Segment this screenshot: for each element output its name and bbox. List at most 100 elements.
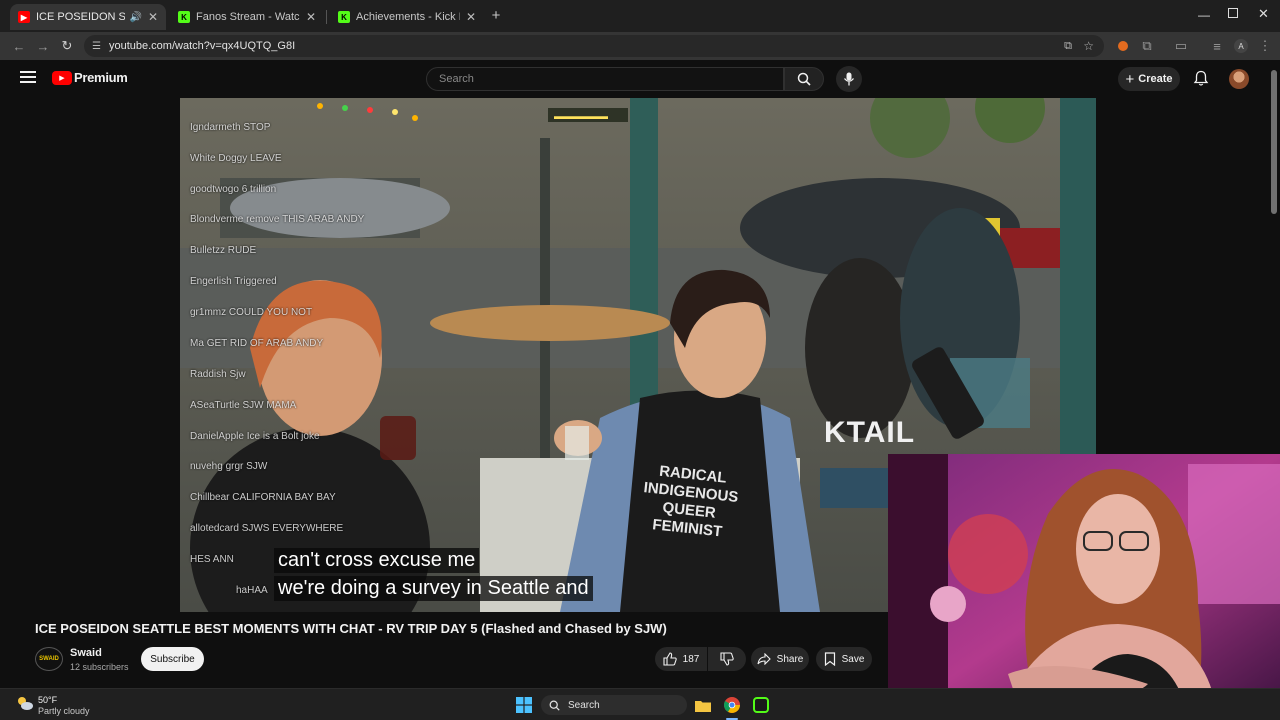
close-icon[interactable]: ✕: [306, 10, 316, 24]
save-label: Save: [841, 653, 865, 665]
browser-tab-strip: ▶ ICE POSEIDON SEATTLE BE 🔊 ✕ K Fanos St…: [0, 0, 1280, 32]
back-icon[interactable]: ←: [10, 37, 28, 55]
like-button[interactable]: 187: [655, 647, 707, 671]
chat-message: Raddish Sjw: [190, 369, 246, 380]
thumbs-up-icon: [663, 652, 677, 666]
chat-message: allotedcard SJWS EVERYWHERE: [190, 523, 344, 534]
chat-message: nuvehg grgr SJW: [190, 461, 268, 472]
install-app-icon[interactable]: ⧉: [1064, 40, 1072, 53]
notifications-bell-icon[interactable]: [1193, 70, 1209, 92]
tab-youtube[interactable]: ▶ ICE POSEIDON SEATTLE BE 🔊 ✕: [10, 4, 166, 30]
svg-text:▬▬▬▬▬▬: ▬▬▬▬▬▬: [554, 111, 608, 121]
minimize-icon[interactable]: —: [1198, 8, 1210, 22]
url-text: youtube.com/watch?v=qx4UQTQ_G8I: [108, 40, 296, 52]
search-icon: [797, 72, 811, 86]
file-explorer-icon[interactable]: [694, 696, 712, 714]
media-controls-icon[interactable]: ≡: [1208, 37, 1226, 55]
shirt-text: RADICAL INDIGENOUS QUEER FEMINIST: [637, 461, 744, 543]
channel-avatar[interactable]: SWAID: [35, 647, 63, 671]
microphone-icon: [843, 72, 855, 86]
share-arrow-icon: [757, 653, 771, 665]
like-count: 187: [682, 653, 700, 665]
close-icon[interactable]: ✕: [148, 10, 158, 24]
cafe-sign-text: KTAIL: [824, 416, 916, 449]
webcam-overlay: [888, 454, 1280, 720]
youtube-favicon-icon: ▶: [18, 11, 30, 23]
bookmark-star-icon[interactable]: ☆: [1083, 39, 1094, 53]
create-label: Create: [1138, 73, 1173, 85]
youtube-premium-logo[interactable]: ▶ Premium: [52, 70, 128, 85]
page-scrollbar[interactable]: [1271, 70, 1277, 214]
profile-icon[interactable]: A: [1232, 37, 1250, 55]
tab-title: Achievements - Kick Dashboard: [356, 11, 460, 23]
voice-search-button[interactable]: [836, 66, 862, 92]
windows-taskbar: 50°F Partly cloudy Search: [0, 688, 1280, 720]
extensions-puzzle-icon[interactable]: ⧉: [1138, 37, 1156, 55]
webcam-image: [888, 454, 1280, 720]
app-icon[interactable]: [752, 696, 770, 714]
caption-line: can't cross excuse me: [274, 548, 480, 573]
weather-partly-cloudy-icon[interactable]: [16, 695, 34, 711]
user-avatar[interactable]: [1229, 69, 1249, 89]
chat-message: Ma GET RID OF ARAB ANDY: [190, 338, 324, 349]
close-icon[interactable]: ✕: [466, 10, 476, 24]
hamburger-menu-icon[interactable]: [20, 71, 36, 85]
share-label: Share: [776, 653, 804, 665]
youtube-header: ▶ Premium Search + Create: [0, 60, 1280, 98]
reload-icon[interactable]: ↻: [58, 37, 76, 55]
site-info-icon[interactable]: ☰: [92, 41, 101, 52]
address-bar[interactable]: ☰ youtube.com/watch?v=qx4UQTQ_G8I ⧉ ☆: [84, 35, 1104, 57]
browser-toolbar: ← → ↻ ☰ youtube.com/watch?v=qx4UQTQ_G8I …: [0, 32, 1280, 60]
weather-description[interactable]: Partly cloudy: [38, 706, 90, 716]
chat-message: White Doggy LEAVE: [190, 153, 282, 164]
tab-title: Fanos Stream - Watch Live on K: [196, 11, 300, 23]
dislike-button[interactable]: [708, 647, 746, 671]
taskbar-search-label: Search: [568, 699, 600, 711]
share-button[interactable]: Share: [751, 647, 809, 671]
thumbs-down-icon: [720, 652, 734, 666]
taskbar-search-box[interactable]: Search: [541, 695, 687, 715]
search-button[interactable]: [784, 67, 824, 91]
chat-message: DanielApple Ice is a Bolt joke: [190, 431, 320, 442]
create-button[interactable]: + Create: [1118, 67, 1180, 91]
extension-icon[interactable]: [1114, 37, 1132, 55]
maximize-icon[interactable]: [1228, 8, 1238, 18]
menu-kebab-icon[interactable]: ⋮: [1256, 37, 1274, 55]
windows-start-icon[interactable]: [515, 696, 533, 714]
chrome-icon[interactable]: [723, 696, 741, 714]
search-icon: [549, 700, 560, 711]
chat-message: haHAA: [236, 585, 268, 596]
subscriber-count: 12 subscribers: [70, 662, 129, 672]
chat-message: ASeaTurtle SJW MAMA: [190, 400, 297, 411]
chat-message: Engerlish Triggered: [190, 276, 277, 287]
chat-message: gr1mmz COULD YOU NOT: [190, 307, 313, 318]
caption-line: we're doing a survey in Seattle and: [274, 576, 593, 601]
channel-name[interactable]: Swaid: [70, 647, 102, 659]
cast-icon[interactable]: ▭: [1172, 37, 1190, 55]
tab-audio-icon[interactable]: 🔊: [129, 12, 141, 23]
kick-favicon-icon: K: [338, 11, 350, 23]
new-tab-icon[interactable]: +: [488, 7, 504, 25]
tab-fanos-stream[interactable]: K Fanos Stream - Watch Live on K ✕: [170, 4, 324, 30]
chat-message: HES ANN: [190, 554, 234, 565]
chat-message: Bulletzz RUDE: [190, 245, 257, 256]
kick-favicon-icon: K: [178, 11, 190, 23]
weather-temperature[interactable]: 50°F: [38, 695, 57, 705]
subscribe-button[interactable]: Subscribe: [141, 647, 204, 671]
search-input[interactable]: Search: [426, 67, 784, 91]
youtube-play-icon: ▶: [52, 70, 72, 85]
logo-text: Premium: [74, 70, 128, 85]
forward-icon[interactable]: →: [34, 37, 52, 55]
video-title: ICE POSEIDON SEATTLE BEST MOMENTS WITH C…: [35, 621, 667, 636]
tab-divider: [326, 10, 327, 24]
plus-icon: +: [1125, 70, 1135, 88]
chat-message: goodtwogo 6 trillion: [190, 184, 277, 195]
chat-message: Blondverme remove THIS ARAB ANDY: [190, 214, 365, 225]
save-playlist-icon: [824, 652, 835, 666]
tab-kick-dashboard[interactable]: K Achievements - Kick Dashboard ✕: [330, 4, 484, 30]
tab-title: ICE POSEIDON SEATTLE BE: [36, 11, 126, 23]
save-button[interactable]: Save: [816, 647, 872, 671]
chat-message: Igndarmeth STOP: [190, 122, 271, 133]
chat-message: Chillbear CALIFORNIA BAY BAY: [190, 492, 336, 503]
close-window-icon[interactable]: ✕: [1258, 6, 1269, 22]
